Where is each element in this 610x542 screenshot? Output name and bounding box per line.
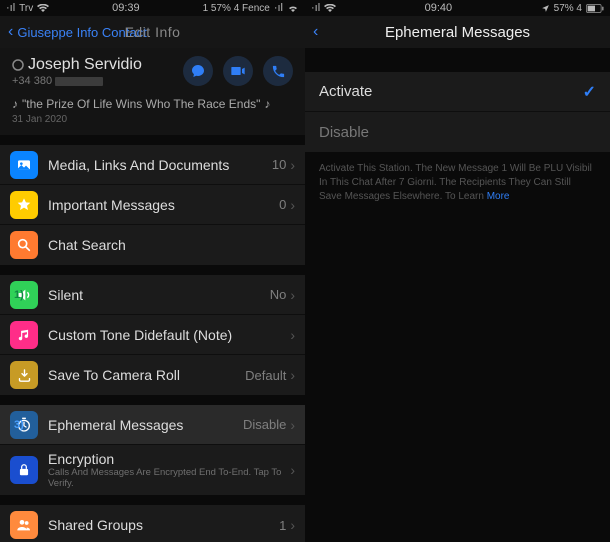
signal-icon: ·ıl xyxy=(6,2,15,14)
chat-search-row[interactable]: Chat Search xyxy=(0,225,305,265)
chevron-right-icon: › xyxy=(290,417,295,433)
row-value: 10 xyxy=(272,157,286,172)
checkmark-icon: ✓ xyxy=(583,82,596,102)
row-value: 1 xyxy=(279,518,286,533)
note-icon: ♪ xyxy=(12,97,18,111)
option-label: Disable xyxy=(319,124,369,141)
contact-status: ♪ "the Prize Of Life Wins Who The Race E… xyxy=(12,97,293,111)
call-button[interactable] xyxy=(263,56,293,86)
chevron-right-icon: › xyxy=(290,327,295,343)
media-row[interactable]: Media, Links And Documents 10 › xyxy=(0,145,305,185)
ephemeral-settings-pane: ·ıl 09:40 57% 4 ‹ Ephemeral Messages Act… xyxy=(305,0,610,542)
status-bar: ·ıl Trv 09:39 1 57% 4 Fence ·ıl xyxy=(0,0,305,16)
location-icon xyxy=(541,4,550,13)
clock-text: 09:39 xyxy=(112,2,140,14)
nav-title: Ephemeral Messages xyxy=(385,24,530,41)
starred-row[interactable]: Important Messages 0 › xyxy=(0,185,305,225)
learn-more-link[interactable]: More xyxy=(487,191,510,202)
row-value: 0 xyxy=(279,197,286,212)
privacy-group: 3) Ephemeral Messages Disable › Encrypti… xyxy=(0,405,305,495)
clock-text: 09:40 xyxy=(425,2,453,14)
battery-icon xyxy=(586,4,604,13)
row-label: Media, Links And Documents xyxy=(48,157,272,173)
chevron-left-icon: ‹ xyxy=(313,23,318,41)
wifi-icon xyxy=(324,4,336,13)
sound-group: 1) Silent No › Custom Tone Didefault (No… xyxy=(0,275,305,395)
search-icon xyxy=(10,231,38,259)
signal-icon: ·ıl xyxy=(311,2,320,14)
row-label: Silent xyxy=(48,287,270,303)
number-overlay: 1) xyxy=(14,289,24,301)
encryption-row[interactable]: Encryption Calls And Messages Are Encryp… xyxy=(0,445,305,495)
row-label: Encryption xyxy=(48,451,290,467)
nav-header: ‹ Ephemeral Messages xyxy=(305,16,610,48)
ephemeral-options: Activate ✓ Disable xyxy=(305,72,610,152)
option-disable[interactable]: Disable xyxy=(305,112,610,152)
download-icon xyxy=(10,361,38,389)
row-value: Disable xyxy=(243,417,286,432)
tone-row[interactable]: Custom Tone Didefault (Note) › xyxy=(0,315,305,355)
option-label: Activate xyxy=(319,83,372,100)
star-icon xyxy=(10,191,38,219)
contact-info-pane: ·ıl Trv 09:39 1 57% 4 Fence ·ıl ‹ Giusep… xyxy=(0,0,305,542)
groups-group: Shared Groups 1 › xyxy=(0,505,305,542)
presence-icon xyxy=(12,59,24,71)
battery-text: 1 57% 4 Fence xyxy=(203,3,270,14)
row-label: Chat Search xyxy=(48,237,295,253)
wifi-icon xyxy=(37,4,49,13)
row-label: Important Messages xyxy=(48,197,279,213)
nav-title: Edit Info xyxy=(125,24,181,40)
row-label: Shared Groups xyxy=(48,517,279,533)
media-group: Media, Links And Documents 10 › Importan… xyxy=(0,145,305,265)
status-bar: ·ıl 09:40 57% 4 xyxy=(305,0,610,16)
row-value: Default xyxy=(245,368,286,383)
chevron-right-icon: › xyxy=(290,157,295,173)
chevron-right-icon: › xyxy=(290,462,295,478)
message-button[interactable] xyxy=(183,56,213,86)
chevron-right-icon: › xyxy=(290,367,295,383)
chevron-right-icon: › xyxy=(290,197,295,213)
row-value: No xyxy=(270,287,287,302)
music-icon xyxy=(10,321,38,349)
phone-masked xyxy=(55,77,103,86)
battery-text: 57% 4 xyxy=(554,3,582,14)
chevron-right-icon: › xyxy=(290,517,295,533)
carrier-text: Trv xyxy=(19,3,33,14)
note-icon-2: ♪ xyxy=(264,97,270,111)
ephemeral-row[interactable]: 3) Ephemeral Messages Disable › xyxy=(0,405,305,445)
ephemeral-note: Activate This Station. The New Message 1… xyxy=(305,152,610,214)
row-subtitle: Calls And Messages Are Encrypted End To-… xyxy=(48,467,290,490)
save-media-row[interactable]: Save To Camera Roll Default › xyxy=(0,355,305,395)
chevron-right-icon: › xyxy=(290,287,295,303)
signal-icon-2: ·ıl xyxy=(274,2,283,14)
number-overlay: 3) xyxy=(14,419,24,431)
lock-icon xyxy=(10,456,38,484)
contact-status-date: 31 Jan 2020 xyxy=(12,114,293,125)
people-icon xyxy=(10,511,38,539)
contact-phone: +34 380 xyxy=(12,75,142,87)
nav-header: ‹ Giuseppe Info Contact Edit Info xyxy=(0,16,305,48)
shared-groups-row[interactable]: Shared Groups 1 › xyxy=(0,505,305,542)
mute-row[interactable]: 1) Silent No › xyxy=(0,275,305,315)
contact-name: Joseph Servidio xyxy=(12,56,142,74)
row-label: Ephemeral Messages xyxy=(48,417,243,433)
contact-header: Joseph Servidio +34 380 ♪ xyxy=(0,48,305,135)
wifi-icon-2 xyxy=(287,4,299,13)
contact-actions xyxy=(183,56,293,86)
back-button[interactable]: ‹ xyxy=(313,23,319,41)
row-label: Custom Tone Didefault (Note) xyxy=(48,327,290,343)
photos-icon xyxy=(10,151,38,179)
row-label: Save To Camera Roll xyxy=(48,367,245,383)
video-button[interactable] xyxy=(223,56,253,86)
option-activate[interactable]: Activate ✓ xyxy=(305,72,610,112)
chevron-left-icon: ‹ xyxy=(8,23,13,41)
